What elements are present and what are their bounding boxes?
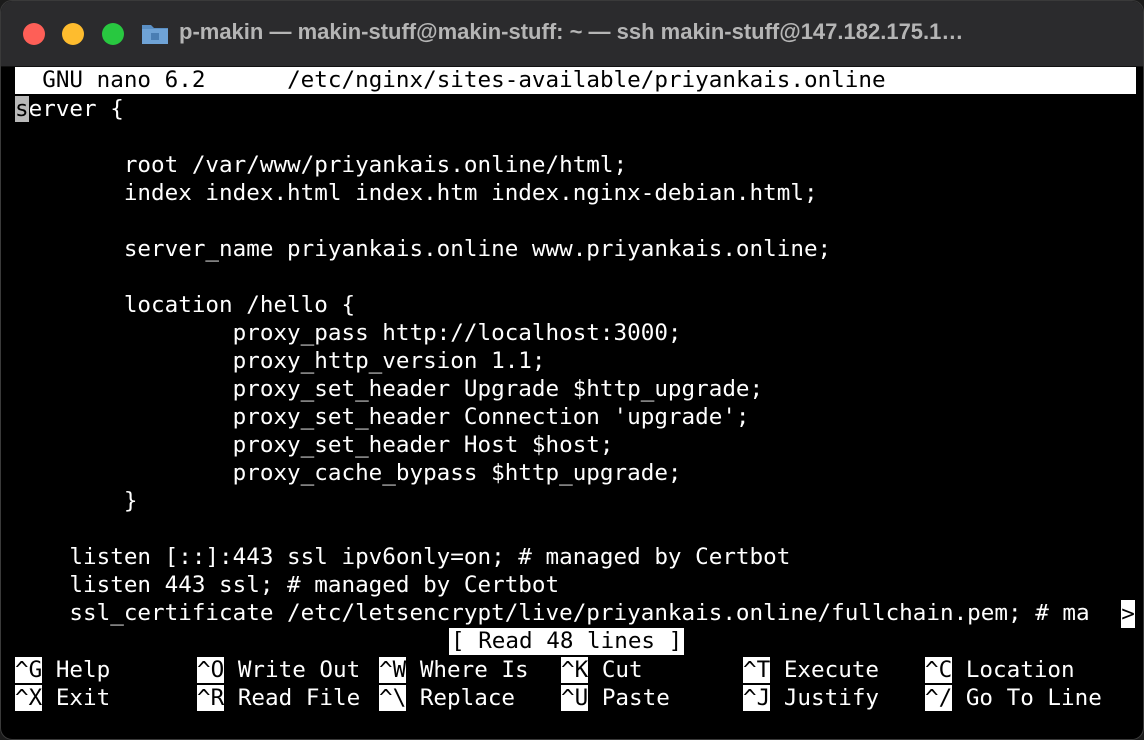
shortcut-item[interactable]: ^X Exit [15,684,110,712]
buffer-line[interactable]: ssl_certificate /etc/letsencrypt/live/pr… [15,599,1089,627]
shortcut-label: Cut [588,657,643,683]
buffer-line[interactable]: } [15,487,138,515]
shortcut-item[interactable]: ^/ Go To Line [925,684,1102,712]
buffer-line[interactable]: proxy_set_header Host $host; [15,431,614,459]
shortcut-item[interactable]: ^\ Replace [379,684,515,712]
buffer-line[interactable]: proxy_set_header Upgrade $http_upgrade; [15,375,764,403]
minimize-window-button[interactable] [62,23,84,45]
shortcut-key: ^\ [379,685,407,711]
shortcut-item[interactable]: ^O Write Out [197,656,360,684]
buffer-line[interactable]: proxy_cache_bypass $http_upgrade; [15,459,682,487]
buffer-line[interactable]: proxy_pass http://localhost:3000; [15,319,682,347]
shortcut-label: Go To Line [952,685,1102,711]
terminal-content[interactable]: GNU nano 6.2 /etc/nginx/sites-available/… [15,67,1137,739]
buffer-line[interactable]: proxy_set_header Connection 'upgrade'; [15,403,750,431]
shortcut-label: Where Is [406,657,529,683]
shortcut-item[interactable]: ^J Justify [743,684,879,712]
buffer-line[interactable]: location /hello { [15,291,355,319]
shortcut-key: ^J [743,685,771,711]
terminal-window: p-makin — makin-stuff@makin-stuff: ~ — s… [0,0,1144,740]
zoom-window-button[interactable] [102,23,124,45]
shortcut-key: ^O [197,657,225,683]
close-window-button[interactable] [23,23,45,45]
shortcut-key: ^T [743,657,771,683]
shortcut-key: ^W [379,657,407,683]
shortcut-label: Write Out [224,657,361,683]
shortcut-label: Replace [406,685,516,711]
folder-icon [141,21,169,45]
shortcut-label: Read File [224,685,361,711]
shortcut-key: ^K [561,657,589,683]
buffer-line[interactable]: listen [::]:443 ssl ipv6only=on; # manag… [15,543,790,571]
shortcut-item[interactable]: ^K Cut [561,656,643,684]
buffer-line[interactable]: listen 443 ssl; # managed by Certbot [15,571,559,599]
buffer-line[interactable]: index index.html index.htm index.nginx-d… [15,179,818,207]
shortcut-item[interactable]: ^G Help [15,656,110,684]
shortcut-label: Paste [588,685,670,711]
shortcut-label: Help [42,657,111,683]
buffer-line[interactable]: server { [15,95,124,123]
shortcut-item[interactable]: ^R Read File [197,684,360,712]
buffer-line[interactable]: server_name priyankais.online www.priyan… [15,235,831,263]
shortcut-key: ^U [561,685,589,711]
nano-header: GNU nano 6.2 /etc/nginx/sites-available/… [15,67,1136,94]
shortcut-item[interactable]: ^C Location [925,656,1075,684]
shortcut-item[interactable]: ^T Execute [743,656,879,684]
shortcut-item[interactable]: ^W Where Is [379,656,529,684]
window-title: p-makin — makin-stuff@makin-stuff: ~ — s… [179,19,964,44]
text-cursor: s [15,96,29,122]
shortcut-label: Location [952,657,1075,683]
buffer-line[interactable]: proxy_http_version 1.1; [15,347,546,375]
shortcut-key: ^G [15,657,43,683]
shortcut-item[interactable]: ^U Paste [561,684,670,712]
shortcut-label: Exit [42,685,111,711]
buffer-line[interactable]: root /var/www/priyankais.online/html; [15,151,627,179]
nano-version: GNU nano 6.2 [42,67,206,93]
shortcut-label: Execute [770,657,880,683]
shortcut-key: ^X [15,685,43,711]
line-overflow-marker: > [1121,600,1135,628]
shortcut-key: ^R [197,685,225,711]
shortcut-label: Justify [770,685,880,711]
file-path: /etc/nginx/sites-available/priyankais.on… [287,67,886,93]
shortcut-key: ^C [925,657,953,683]
shortcut-key: ^/ [925,685,953,711]
status-message: [ Read 48 lines ] [449,628,685,655]
title-bar[interactable]: p-makin — makin-stuff@makin-stuff: ~ — s… [1,1,1143,67]
